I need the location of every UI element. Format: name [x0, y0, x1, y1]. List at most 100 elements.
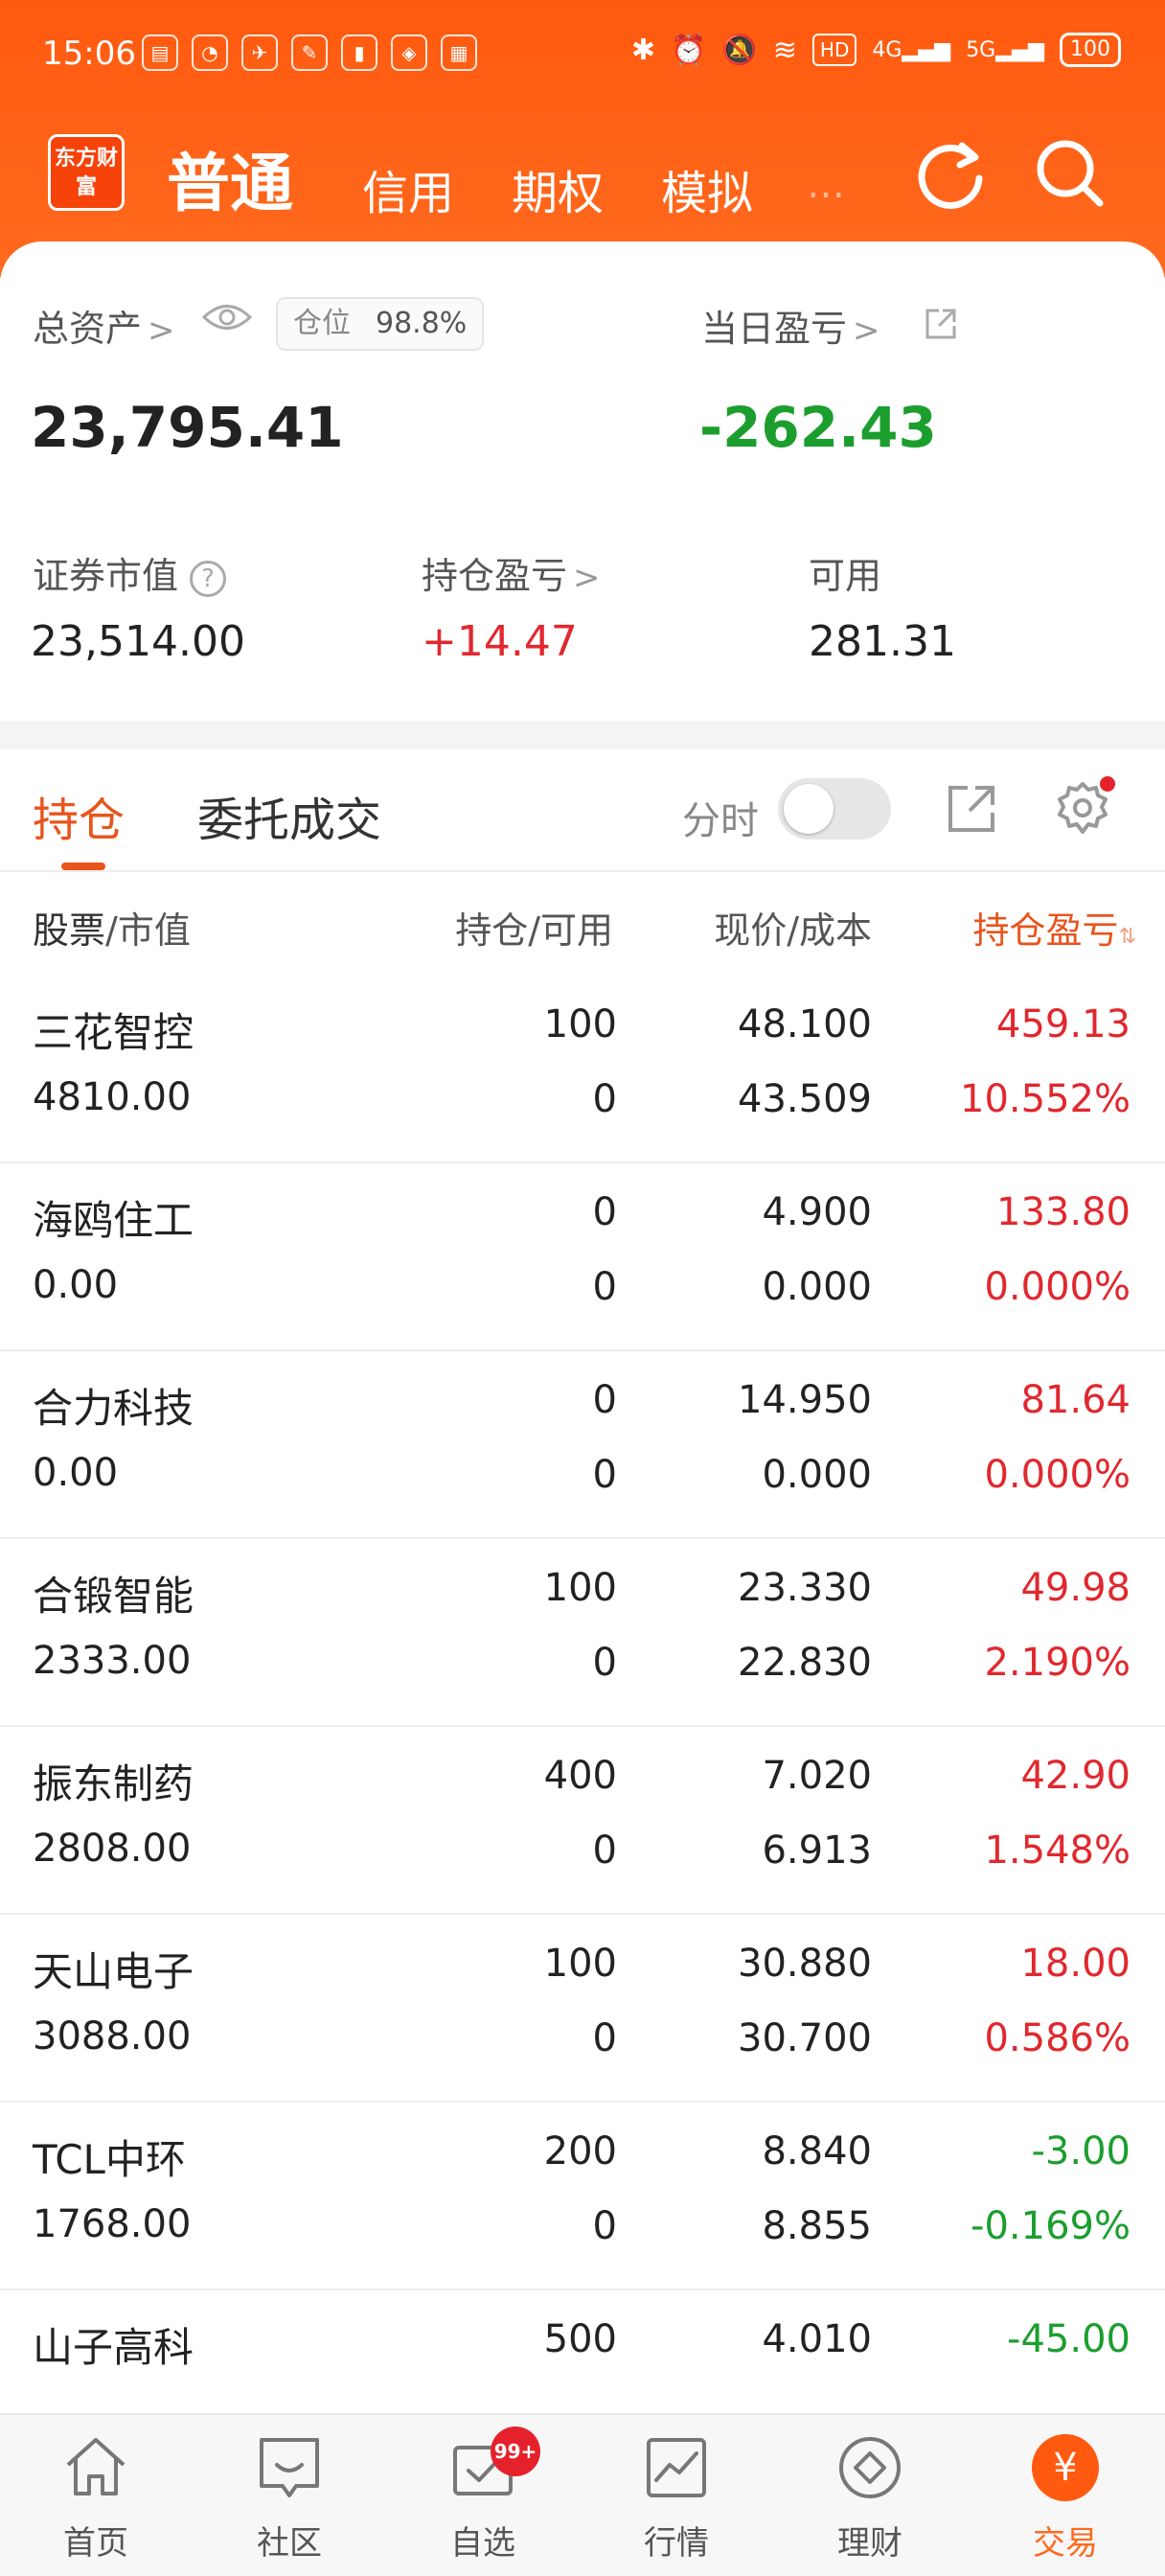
- bottom-nav: 首页 社区 99+ 自选 行情 理财 ¥ 交易: [0, 2413, 1165, 2576]
- eye-icon[interactable]: [201, 301, 253, 334]
- nav-watchlist[interactable]: 99+ 自选: [406, 2426, 560, 2566]
- stock-pl-pct: 2.190%: [984, 1641, 1131, 1685]
- app-header: 15:06 ▤ ◔ ✈ ✎ ▮ ◈ ▦ ✱ ⏰ 🔕 ≋ HD 4G▂▄▆ 5G▂…: [0, 0, 1165, 278]
- account-type-nav: 东方财富 普通 信用 期权 模拟 …: [0, 125, 1165, 230]
- app-notification-icon: ✈: [241, 34, 278, 71]
- stock-position: 400: [543, 1754, 617, 1798]
- hd-icon: HD: [811, 34, 857, 66]
- stock-pl-pct: 0.000%: [984, 1265, 1131, 1309]
- table-row[interactable]: 合力科技 0.00 0 0 14.950 0.000 81.64 0.000%: [0, 1351, 1165, 1539]
- tab-simulation[interactable]: 模拟: [661, 155, 753, 222]
- wifi-icon: ≋: [772, 33, 797, 67]
- nav-finance[interactable]: 理财: [793, 2432, 947, 2566]
- trade-icon: ¥: [1032, 2434, 1099, 2501]
- nav-market[interactable]: 行情: [600, 2432, 753, 2566]
- table-row[interactable]: TCL中环 1768.00 200 0 8.840 8.855 -3.00 -0…: [0, 2103, 1165, 2290]
- stock-market-value: 0.00: [33, 1451, 119, 1495]
- stock-cost: 43.509: [738, 1077, 872, 1121]
- daily-pl-label[interactable]: 当日盈亏 >: [701, 299, 880, 352]
- stock-pl: 459.13: [996, 1002, 1131, 1046]
- holding-pl-value: +14.47: [422, 617, 578, 666]
- stock-position: 200: [543, 2129, 617, 2174]
- stock-cost: 22.830: [738, 1641, 872, 1685]
- nav-home-label: 首页: [63, 2524, 128, 2563]
- stock-position: 100: [543, 1566, 617, 1610]
- signal-4g-icon: 4G▂▄▆: [872, 37, 951, 62]
- table-row[interactable]: 天山电子 3088.00 100 0 30.880 30.700 18.00 0…: [0, 1915, 1165, 2103]
- watchlist-badge: 99+: [491, 2426, 540, 2476]
- table-row[interactable]: 海鸥住工 0.00 0 0 4.900 0.000 133.80 0.000%: [0, 1163, 1165, 1351]
- share-icon[interactable]: [941, 778, 1002, 840]
- nav-watchlist-label: 自选: [450, 2524, 515, 2563]
- battery-app-icon: ▮: [341, 34, 377, 71]
- share-icon[interactable]: [922, 305, 960, 343]
- available-value: 281.31: [809, 617, 956, 666]
- system-status: ✱ ⏰ 🔕 ≋ HD 4G▂▄▆ 5G▂▄▆ 100: [631, 33, 1121, 67]
- bluetooth-icon: ✱: [630, 33, 656, 67]
- total-assets-value: 23,795.41: [31, 395, 344, 460]
- nav-market-label: 行情: [644, 2524, 709, 2563]
- fenshi-toggle[interactable]: [778, 778, 891, 840]
- shield-icon: ◈: [391, 34, 427, 71]
- nav-trade-label: 交易: [1033, 2524, 1098, 2563]
- table-row[interactable]: 合锻智能 2333.00 100 0 23.330 22.830 49.98 2…: [0, 1539, 1165, 1727]
- stock-cost: 0.000: [762, 1265, 872, 1309]
- divider: [0, 721, 1165, 749]
- nav-home[interactable]: 首页: [19, 2432, 172, 2566]
- stock-market-value: 2333.00: [33, 1639, 192, 1683]
- col-stock: 股票/市值: [33, 909, 191, 952]
- holding-pl-label[interactable]: 持仓盈亏 >: [422, 546, 601, 599]
- home-icon: [66, 2438, 126, 2496]
- stock-market-value: 2808.00: [33, 1827, 192, 1871]
- stock-name: 合力科技: [33, 1385, 194, 1432]
- search-icon[interactable]: [1033, 136, 1109, 213]
- stock-position: 100: [543, 1942, 617, 1986]
- col-position[interactable]: 持仓/可用: [455, 901, 613, 954]
- stock-name: 海鸥住工: [33, 1197, 194, 1244]
- stock-cost: 6.913: [762, 1828, 872, 1873]
- signal-5g-icon: 5G▂▄▆: [966, 37, 1044, 62]
- stock-price: 7.020: [762, 1754, 872, 1798]
- stock-position: 500: [543, 2317, 617, 2361]
- stock-pl-pct: 0.586%: [984, 2016, 1131, 2060]
- stock-market-value: 0.00: [33, 1263, 119, 1307]
- stock-pl-pct: -0.169%: [971, 2204, 1131, 2248]
- tab-options[interactable]: 期权: [512, 155, 604, 222]
- notification-icons: ▤ ◔ ✈ ✎ ▮ ◈ ▦: [142, 34, 477, 71]
- stock-price: 23.330: [738, 1566, 872, 1610]
- brand-logo[interactable]: 东方财富: [48, 134, 125, 211]
- help-icon[interactable]: ?: [190, 560, 227, 597]
- tab-normal[interactable]: 普通: [167, 132, 293, 224]
- position-ratio-badge: 仓位 98.8%: [276, 297, 485, 351]
- mute-icon: 🔕: [721, 33, 758, 67]
- refresh-icon[interactable]: [912, 136, 989, 213]
- nav-finance-label: 理财: [837, 2524, 902, 2563]
- finance-icon: [839, 2437, 901, 2498]
- tab-orders[interactable]: 委托成交: [197, 782, 381, 849]
- notification-dot: [1100, 776, 1115, 792]
- tab-overflow-fade: …: [807, 163, 845, 207]
- tab-credit[interactable]: 信用: [362, 155, 454, 222]
- table-row[interactable]: 三花智控 4810.00 100 0 48.100 43.509 459.13 …: [0, 976, 1165, 1163]
- nav-community[interactable]: 社区: [213, 2432, 366, 2566]
- stock-pl: 133.80: [996, 1190, 1131, 1234]
- stock-market-value: 4810.00: [33, 1075, 192, 1119]
- col-pl[interactable]: 持仓盈亏⇅: [973, 901, 1136, 954]
- stock-available: 0: [592, 1077, 617, 1121]
- table-row[interactable]: 振东制药 2808.00 400 0 7.020 6.913 42.90 1.5…: [0, 1727, 1165, 1915]
- app-notification-icon: ✎: [291, 34, 328, 71]
- stock-available: 0: [592, 1265, 617, 1309]
- stock-pl: -45.00: [1007, 2317, 1131, 2361]
- wechat-icon: ◔: [192, 34, 228, 71]
- nav-trade[interactable]: ¥ 交易: [989, 2432, 1142, 2566]
- stock-available: 0: [592, 2204, 617, 2248]
- tab-holdings[interactable]: 持仓: [33, 782, 125, 849]
- total-assets-label[interactable]: 总资产 >: [33, 299, 175, 352]
- col-price[interactable]: 现价/成本: [714, 901, 872, 954]
- stock-pl: 49.98: [1020, 1566, 1131, 1610]
- stock-price: 4.010: [762, 2317, 872, 2361]
- stock-market-value: 1768.00: [33, 2202, 192, 2246]
- stock-name: TCL中环: [33, 2136, 186, 2183]
- holdings-tabs: 持仓 委托成交 分时: [0, 749, 1165, 872]
- stock-cost: 0.000: [762, 1453, 872, 1497]
